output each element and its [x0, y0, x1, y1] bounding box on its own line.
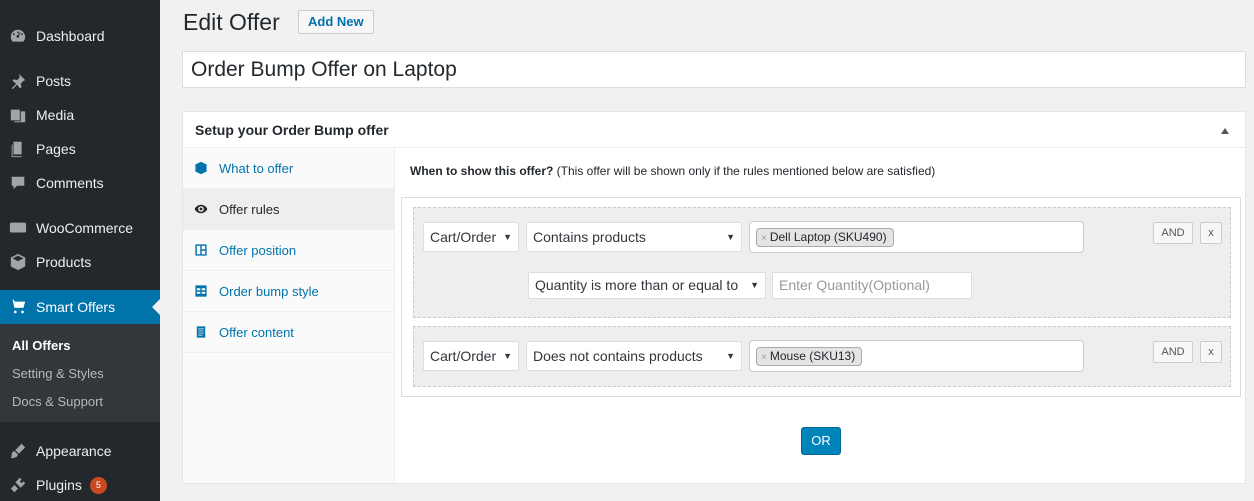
scope-select[interactable]: Cart/Order ▼ — [423, 222, 519, 252]
tab-what-to-offer[interactable]: What to offer — [183, 148, 395, 189]
cart-icon — [0, 298, 36, 316]
and-button[interactable]: AND — [1153, 222, 1193, 244]
menu-posts[interactable]: Posts — [0, 64, 160, 98]
menu-label: Posts — [36, 73, 72, 89]
page-title: Edit Offer — [183, 9, 280, 35]
tab-label: Offer rules — [219, 201, 280, 217]
menu-label: Dashboard — [36, 28, 105, 44]
smart-offers-submenu: All Offers Setting & Styles Docs & Suppo… — [0, 324, 160, 422]
remove-chip-icon[interactable]: × — [761, 352, 767, 363]
table-icon — [183, 284, 219, 298]
product-search-input[interactable]: × Mouse (SKU13) — [749, 340, 1084, 372]
remove-chip-icon[interactable]: × — [761, 233, 767, 244]
select-value: Does not contains products — [533, 348, 703, 364]
chevron-down-icon: ▼ — [503, 351, 512, 361]
select-value: Cart/Order — [430, 348, 497, 364]
chevron-down-icon: ▼ — [503, 232, 512, 242]
and-button[interactable]: AND — [1153, 341, 1193, 363]
dashboard-icon — [0, 27, 36, 45]
rules-intro-note: (This offer will be shown only if the ru… — [553, 164, 936, 178]
brush-icon — [0, 442, 36, 460]
collapse-toggle-icon[interactable] — [1221, 128, 1229, 134]
chevron-down-icon: ▼ — [726, 232, 735, 242]
menu-dashboard[interactable]: Dashboard — [0, 19, 160, 53]
select-value: Quantity is more than or equal to — [535, 277, 739, 293]
offer-title-input[interactable]: Order Bump Offer on Laptop — [182, 51, 1246, 88]
product-search-input[interactable]: × Dell Laptop (SKU490) — [749, 221, 1084, 253]
product-chip: × Dell Laptop (SKU490) — [756, 228, 894, 247]
menu-label: Pages — [36, 141, 76, 157]
quantity-condition-select[interactable]: Quantity is more than or equal to ▼ — [528, 272, 766, 299]
rules-intro-heading: When to show this offer? — [410, 164, 554, 178]
submenu-all-offers[interactable]: All Offers — [12, 338, 71, 353]
menu-pages[interactable]: Pages — [0, 132, 160, 166]
order-bump-postbox: Setup your Order Bump offer What to offe… — [182, 111, 1246, 484]
menu-label: WooCommerce — [36, 220, 133, 236]
offer-tabs: What to offer Offer rules Offer position… — [183, 148, 395, 483]
chip-label: Dell Laptop (SKU490) — [769, 230, 887, 244]
tab-label: Offer content — [219, 324, 294, 340]
menu-label: Plugins — [36, 477, 82, 493]
menu-media[interactable]: Media — [0, 98, 160, 132]
menu-appearance[interactable]: Appearance — [0, 434, 160, 468]
scope-select[interactable]: Cart/Order ▼ — [423, 341, 519, 371]
pin-icon — [0, 72, 36, 90]
document-icon — [183, 325, 219, 339]
tab-offer-rules[interactable]: Offer rules — [183, 189, 395, 230]
postbox-title: Setup your Order Bump offer — [195, 122, 389, 138]
remove-rule-button[interactable]: x — [1200, 222, 1222, 244]
active-indicator — [152, 299, 160, 315]
rules-container: Cart/Order ▼ Contains products ▼ × Dell L… — [401, 197, 1241, 397]
tab-label: Order bump style — [219, 283, 319, 299]
menu-comments[interactable]: Comments — [0, 166, 160, 200]
condition-select[interactable]: Does not contains products ▼ — [526, 341, 742, 371]
add-new-button[interactable]: Add New — [298, 10, 374, 34]
offer-rules-panel: When to show this offer? (This offer wil… — [396, 148, 1245, 483]
product-chip: × Mouse (SKU13) — [756, 347, 863, 366]
select-value: Contains products — [533, 229, 646, 245]
rule-group: Cart/Order ▼ Contains products ▼ × Dell L… — [413, 207, 1231, 318]
menu-label: Smart Offers — [36, 299, 116, 315]
eye-icon — [183, 202, 219, 216]
tab-offer-content[interactable]: Offer content — [183, 312, 395, 353]
chevron-down-icon: ▼ — [750, 280, 759, 290]
tab-offer-position[interactable]: Offer position — [183, 230, 395, 271]
cube-icon — [183, 161, 219, 175]
select-value: Cart/Order — [430, 229, 497, 245]
condition-select[interactable]: Contains products ▼ — [526, 222, 742, 252]
or-button[interactable]: OR — [801, 427, 841, 455]
postbox-header: Setup your Order Bump offer — [183, 112, 1245, 148]
remove-rule-button[interactable]: x — [1200, 341, 1222, 363]
woocommerce-icon — [0, 219, 36, 237]
menu-label: Media — [36, 107, 75, 123]
quantity-input[interactable]: Enter Quantity(Optional) — [772, 272, 972, 299]
comment-icon — [0, 174, 36, 192]
layout-icon — [183, 243, 219, 257]
plug-icon — [0, 476, 36, 494]
rules-intro: When to show this offer? (This offer wil… — [410, 164, 935, 178]
menu-plugins[interactable]: Plugins 5 — [0, 468, 160, 501]
media-icon — [0, 106, 36, 124]
box-icon — [0, 253, 36, 271]
submenu-settings[interactable]: Setting & Styles — [12, 366, 104, 381]
tab-order-bump-style[interactable]: Order bump style — [183, 271, 395, 312]
chip-label: Mouse (SKU13) — [769, 349, 856, 363]
submenu-docs[interactable]: Docs & Support — [12, 394, 103, 409]
menu-label: Appearance — [36, 443, 112, 459]
pages-icon — [0, 140, 36, 158]
rule-group: Cart/Order ▼ Does not contains products … — [413, 326, 1231, 387]
admin-sidebar: Dashboard Posts Media Pages Comments Woo… — [0, 0, 160, 501]
menu-products[interactable]: Products — [0, 245, 160, 279]
update-count-badge: 5 — [89, 476, 107, 494]
chevron-down-icon: ▼ — [726, 351, 735, 361]
menu-label: Comments — [36, 175, 104, 191]
menu-woocommerce[interactable]: WooCommerce — [0, 211, 160, 245]
tab-label: Offer position — [219, 242, 297, 258]
tab-label: What to offer — [219, 160, 294, 176]
menu-smart-offers[interactable]: Smart Offers — [0, 290, 160, 324]
menu-label: Products — [36, 254, 92, 270]
